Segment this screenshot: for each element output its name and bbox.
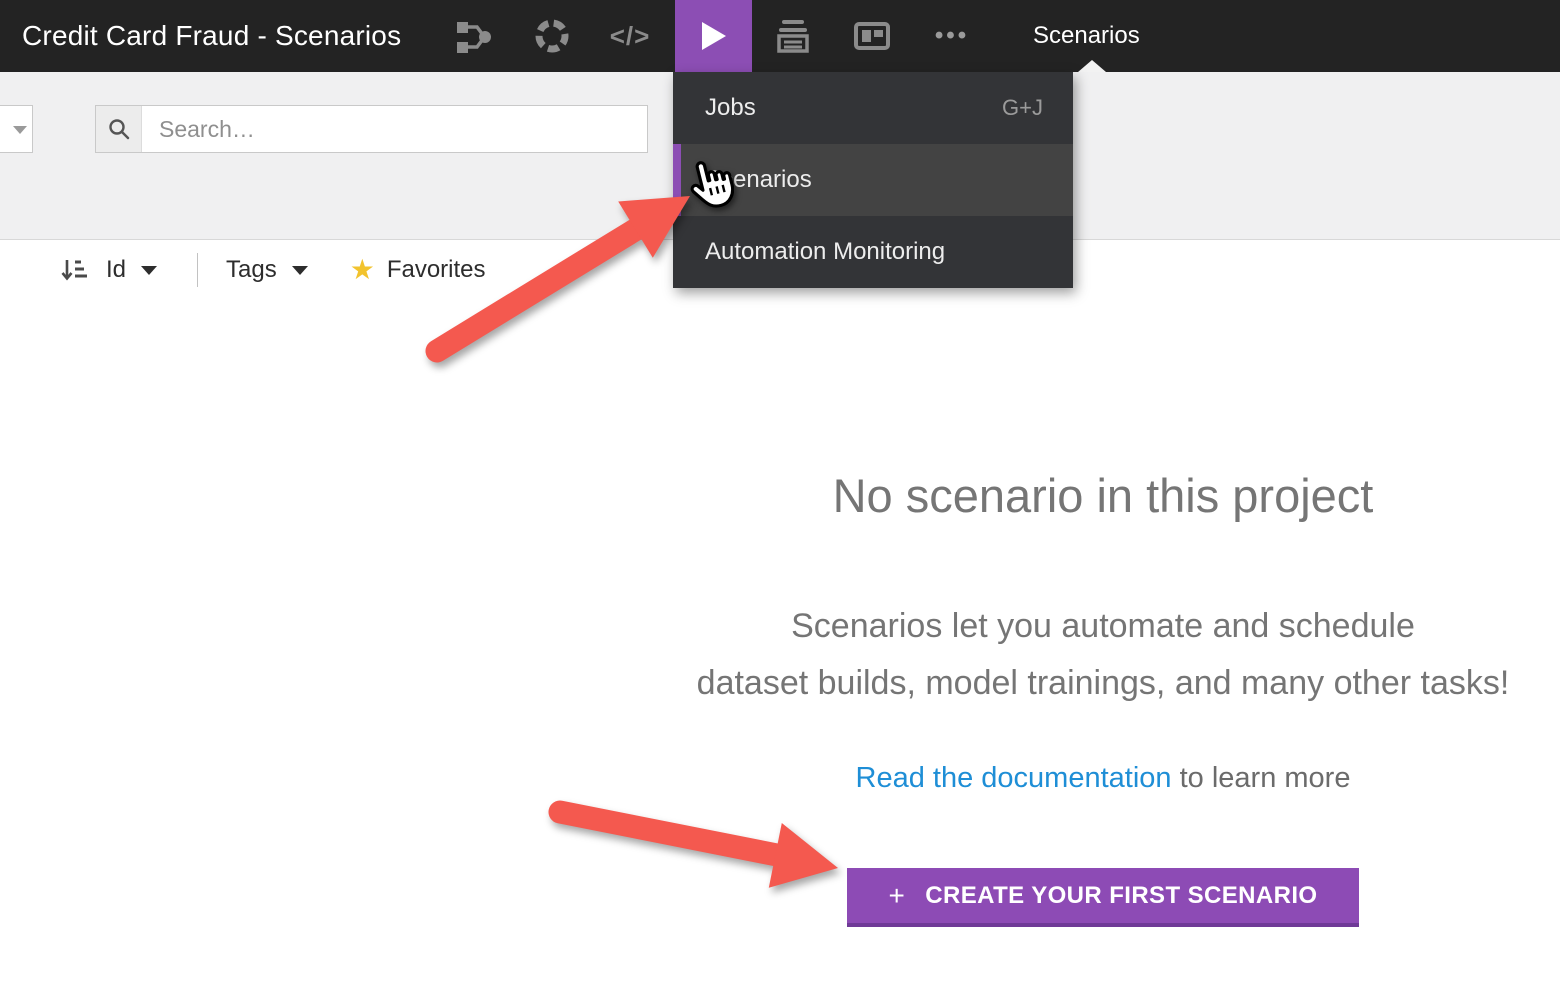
flow-icon[interactable] <box>451 0 495 72</box>
empty-state: No scenario in this project Scenarios le… <box>503 470 1560 927</box>
documentation-link[interactable]: Read the documentation <box>856 762 1172 794</box>
description-line-1: Scenarios let you automate and schedule <box>503 598 1560 655</box>
menu-item-shortcut: G+J <box>1002 95 1043 121</box>
create-first-scenario-label: CREATE YOUR FIRST SCENARIO <box>925 882 1317 910</box>
play-menu-button[interactable] <box>675 0 752 72</box>
code-icon[interactable]: </> <box>608 0 652 72</box>
filter-row: Id Tags ★ Favorites <box>60 247 486 293</box>
search-icon <box>107 117 131 141</box>
search-icon-segment <box>96 106 142 152</box>
description-line-2: dataset builds, model trainings, and man… <box>503 655 1560 712</box>
play-icon <box>700 21 728 51</box>
top-navbar: Credit Card Fraud - Scenarios </> <box>0 0 1560 72</box>
search-box <box>95 105 648 153</box>
sort-field-label[interactable]: Id <box>106 256 126 284</box>
plus-icon: + <box>889 880 906 912</box>
view-dropdown-button[interactable] <box>0 105 33 153</box>
chevron-down-icon <box>13 126 27 134</box>
ring-icon[interactable] <box>530 0 574 72</box>
divider <box>197 253 198 287</box>
documentation-link-suffix: to learn more <box>1172 762 1351 794</box>
active-indicator <box>673 144 681 216</box>
tags-caret-icon[interactable] <box>292 266 308 275</box>
empty-state-title: No scenario in this project <box>503 470 1560 522</box>
favorites-filter-label[interactable]: Favorites <box>387 256 486 284</box>
menu-item-label: Jobs <box>705 94 756 122</box>
project-title: Credit Card Fraud - Scenarios <box>22 0 401 72</box>
printer-icon[interactable] <box>771 0 815 72</box>
more-options-icon[interactable]: ••• <box>930 0 974 72</box>
create-first-scenario-button[interactable]: + CREATE YOUR FIRST SCENARIO <box>847 868 1360 927</box>
dashboard-icon[interactable] <box>850 0 894 72</box>
menu-item-label: Scenarios <box>705 166 812 194</box>
tags-filter-label[interactable]: Tags <box>226 256 277 284</box>
search-input[interactable] <box>142 106 647 152</box>
documentation-line: Read the documentation to learn more <box>503 760 1560 796</box>
sort-icon[interactable] <box>60 256 88 284</box>
empty-state-description: Scenarios let you automate and schedule … <box>503 598 1560 712</box>
menu-item-jobs[interactable]: Jobs G+J <box>673 72 1073 144</box>
menu-item-label: Automation Monitoring <box>705 238 945 266</box>
current-section-beak <box>1078 60 1106 72</box>
more-glyph: ••• <box>935 22 969 50</box>
code-glyph: </> <box>610 21 651 52</box>
play-dropdown-menu: Jobs G+J Scenarios Automation Monitoring <box>673 72 1073 288</box>
favorites-star-icon[interactable]: ★ <box>350 256 375 284</box>
sort-caret-icon[interactable] <box>141 266 157 275</box>
menu-item-scenarios[interactable]: Scenarios <box>673 144 1073 216</box>
menu-item-automation-monitoring[interactable]: Automation Monitoring <box>673 216 1073 288</box>
